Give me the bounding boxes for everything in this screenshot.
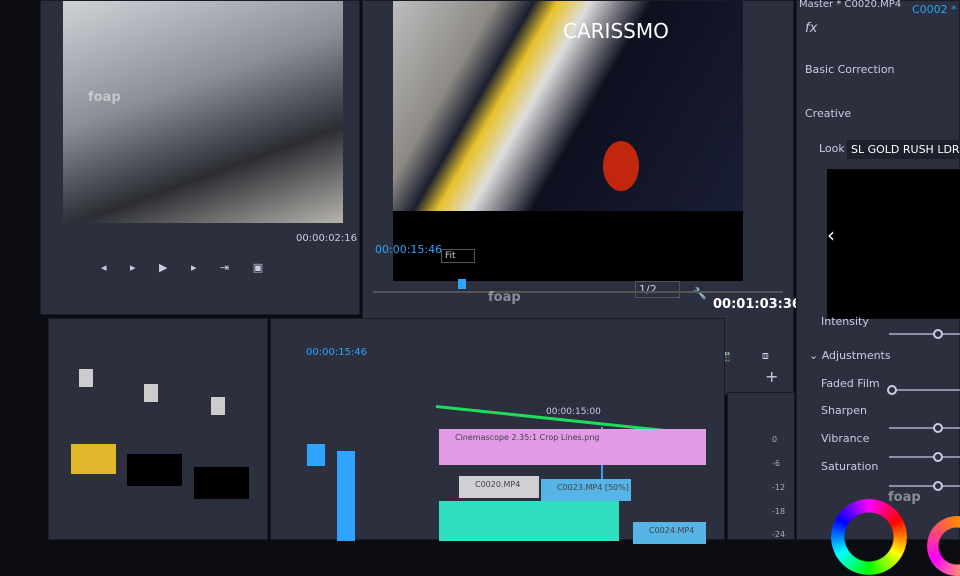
- fx-icon[interactable]: fx: [805, 21, 817, 36]
- clip-video[interactable]: C0020.MP4: [459, 476, 539, 498]
- lumetri-color-panel: Master * C0020.MP4 C0002 * C0... fx Basi…: [796, 0, 960, 576]
- tab-clip[interactable]: C0002 * C0...: [912, 3, 960, 16]
- playhead-marker[interactable]: [458, 279, 466, 289]
- file-icon: [144, 384, 158, 402]
- source-monitor: 00:00:02:16 ◂ ▸ ▶ ▸ ⇥ ▣: [40, 0, 360, 315]
- look-preview: [827, 169, 960, 319]
- clip-audio[interactable]: [439, 501, 619, 541]
- saturation-label: Saturation: [821, 460, 879, 473]
- clip-video[interactable]: C0023.MP4 [50%]: [541, 479, 631, 501]
- fit-dropdown[interactable]: Fit: [441, 249, 475, 263]
- clip-video[interactable]: C0024.MP4: [633, 522, 706, 544]
- faded-film-label: Faded Film: [821, 377, 880, 390]
- chevron-down-icon: ⌄: [809, 349, 822, 362]
- image-text: CARISSMO: [563, 19, 669, 43]
- intensity-slider[interactable]: [889, 329, 960, 339]
- project-panel: [48, 318, 268, 540]
- tab-master[interactable]: Master * C0020.MP4: [799, 0, 901, 10]
- program-timecode[interactable]: 00:00:15:46: [375, 243, 442, 256]
- saturation-slider[interactable]: [889, 481, 960, 491]
- meter-label: -12: [772, 483, 786, 492]
- meter-label: 0: [772, 435, 778, 444]
- timeline-panel: 00:00:15:46 00:00:15:00 Cinemascope 2.35…: [270, 318, 725, 544]
- timeline-timecode[interactable]: 00:00:15:46: [306, 347, 367, 358]
- taillight: [603, 141, 639, 191]
- meter-label: -6: [772, 459, 780, 468]
- section-adjustments[interactable]: ⌄ Adjustments: [809, 349, 891, 362]
- thumbnail: [194, 467, 249, 499]
- resolution-dropdown[interactable]: 1/2: [635, 281, 680, 298]
- clip-graphic[interactable]: Cinemascope 2.35:1 Crop Lines.png: [439, 429, 706, 465]
- intensity-label: Intensity: [821, 315, 869, 328]
- source-transport-controls[interactable]: ◂ ▸ ▶ ▸ ⇥ ▣: [101, 261, 273, 274]
- program-duration: 00:01:03:36: [713, 297, 801, 312]
- track-header-audio[interactable]: [307, 444, 325, 466]
- ruler-time: 00:00:15:00: [546, 407, 601, 417]
- source-preview: [63, 1, 343, 223]
- vibrance-slider[interactable]: [889, 452, 960, 462]
- faded-film-slider[interactable]: [887, 385, 960, 395]
- meter-label: -18: [772, 507, 786, 516]
- thumbnail: [71, 444, 116, 474]
- track-header-audio[interactable]: [337, 451, 355, 541]
- file-icon: [79, 369, 93, 387]
- playhead-scrubber[interactable]: [373, 291, 783, 293]
- source-timecode: 00:00:02:16: [296, 233, 358, 244]
- section-creative[interactable]: Creative: [805, 107, 851, 120]
- meter-label: -24: [772, 530, 786, 539]
- adjustments-label: Adjustments: [821, 349, 891, 362]
- watermark: foap: [888, 490, 921, 505]
- watermark: foap: [488, 290, 521, 305]
- file-icon: [211, 397, 225, 415]
- look-dropdown[interactable]: SL GOLD RUSH LDR: [847, 140, 960, 159]
- program-preview: CARISSMO: [393, 1, 743, 281]
- thumbnail: [127, 454, 182, 486]
- color-wheel[interactable]: [927, 516, 960, 576]
- vibrance-label: Vibrance: [821, 432, 870, 445]
- sharpen-slider[interactable]: [889, 423, 960, 433]
- add-button-icon[interactable]: +: [765, 367, 778, 386]
- color-wheel[interactable]: [831, 499, 907, 575]
- watermark: foap: [88, 90, 121, 105]
- look-label: Look: [819, 142, 845, 155]
- wrench-icon[interactable]: 🔧: [693, 287, 707, 300]
- preview-prev-icon[interactable]: ‹: [827, 223, 835, 247]
- audio-meter: 0 -6 -12 -18 -24: [727, 392, 795, 540]
- section-basic-correction[interactable]: Basic Correction: [805, 63, 895, 76]
- sharpen-label: Sharpen: [821, 404, 867, 417]
